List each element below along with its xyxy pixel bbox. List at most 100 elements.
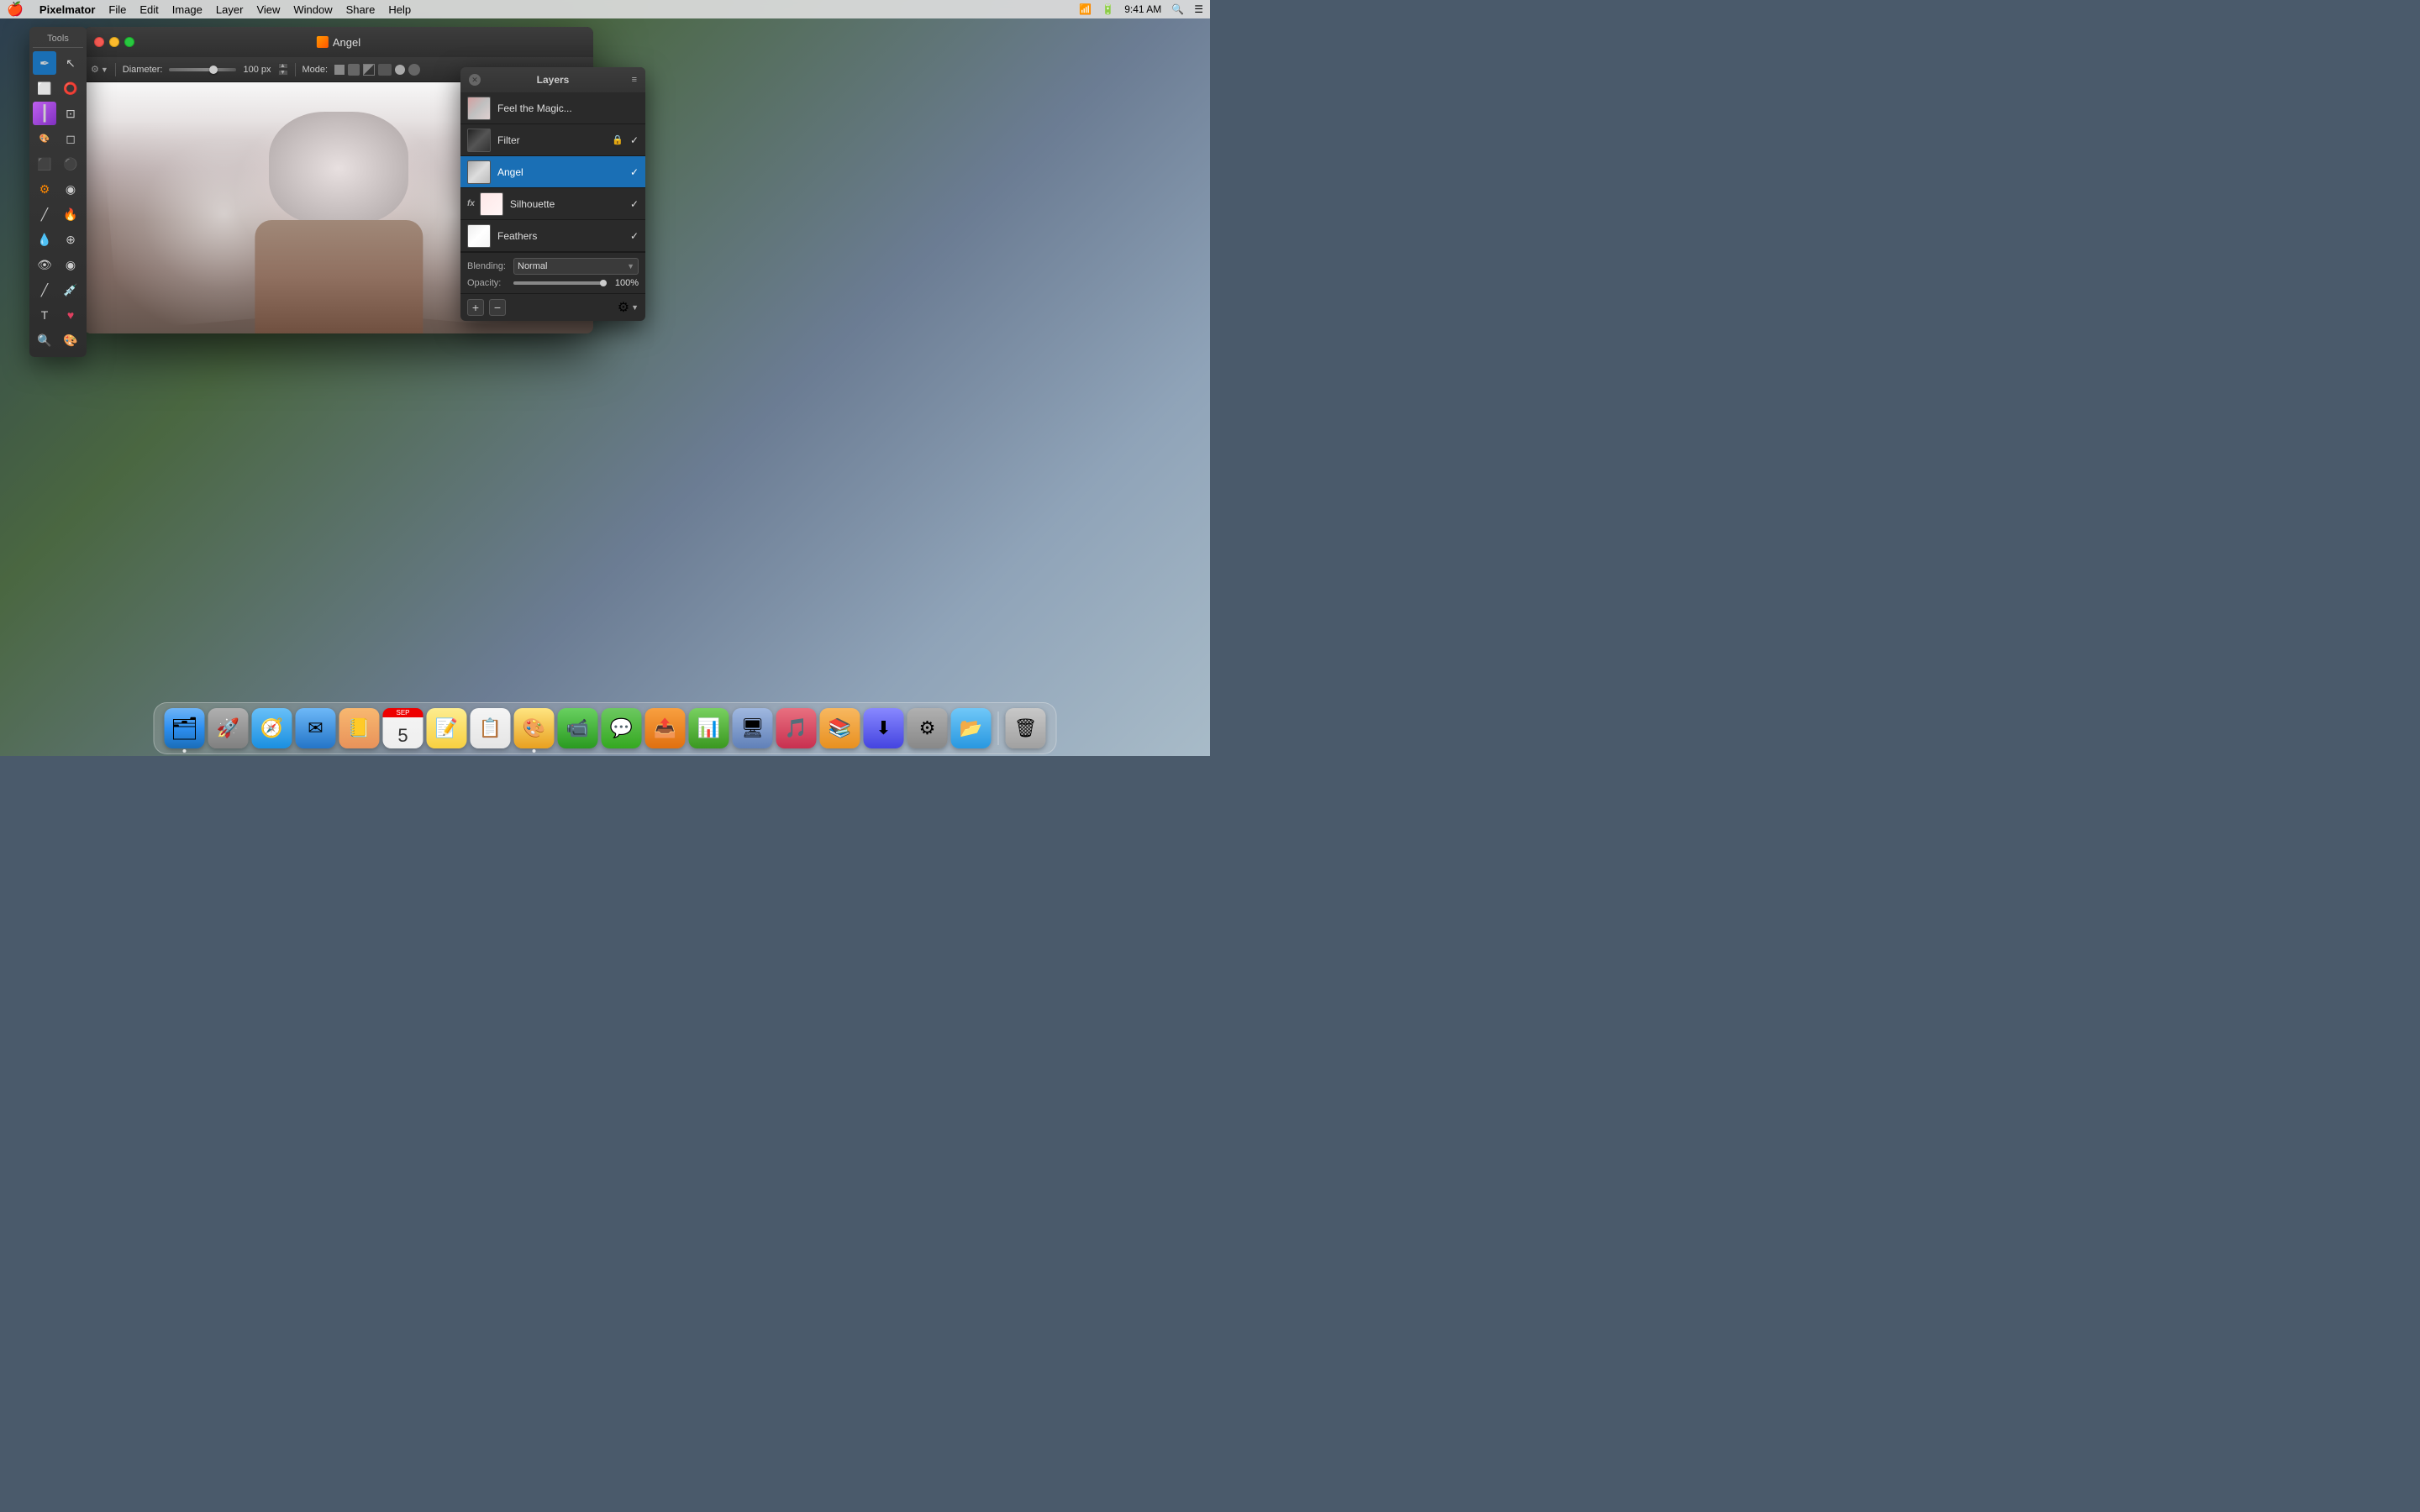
layers-list-button[interactable]: ≡ <box>632 75 637 85</box>
layer-settings-button[interactable]: ⚙ ▼ <box>618 299 639 316</box>
mode-icon-2[interactable] <box>348 64 360 76</box>
tools-title: Tools <box>33 32 83 48</box>
dock-item-appstore[interactable]: ⬇ <box>864 708 904 748</box>
layer-item-silhouette[interactable]: fx Silhouette ✓ <box>460 188 645 220</box>
diameter-stepper[interactable]: ▲ ▼ <box>278 63 288 76</box>
zoom-tool[interactable]: 🔍 <box>33 328 56 352</box>
opacity-slider[interactable] <box>513 281 607 285</box>
dock-item-notes[interactable]: 📝 <box>427 708 467 748</box>
layer-check-angel: ✓ <box>630 166 639 178</box>
opacity-value: 100% <box>612 278 639 288</box>
layer-name-magic: Feel the Magic... <box>497 102 639 114</box>
gradient-tool[interactable]: ⚫ <box>59 152 82 176</box>
mode-icon-5[interactable] <box>395 65 405 75</box>
apple-menu[interactable]: 🍎 <box>7 1 24 18</box>
blending-arrow-icon: ▼ <box>627 262 634 270</box>
eraser-tool[interactable]: ◻ <box>59 127 82 150</box>
dock-item-facetime[interactable]: 📹 <box>558 708 598 748</box>
view-menu[interactable]: View <box>250 3 286 17</box>
dock-item-sysprefs[interactable]: ⚙ <box>908 708 948 748</box>
airdrop-icon: 📂 <box>951 708 992 748</box>
dock-item-numbers[interactable]: 📊 <box>689 708 729 748</box>
paint-bucket-tool[interactable]: ⬛ <box>33 152 56 176</box>
heart-shape-tool[interactable]: ♥ <box>59 303 82 327</box>
system-preferences-icon: ⚙ <box>908 708 948 748</box>
spotlight-icon[interactable]: 🔍 <box>1171 3 1184 15</box>
help-menu[interactable]: Help <box>382 3 417 17</box>
pen-tool[interactable]: ✒ <box>33 51 56 75</box>
rect-select-tool[interactable]: ⬜ <box>33 76 56 100</box>
burn-tool[interactable]: 🔥 <box>59 202 82 226</box>
close-button[interactable] <box>94 37 104 47</box>
blending-section: Blending: Normal ▼ Opacity: 100% <box>460 252 645 293</box>
file-menu[interactable]: File <box>103 3 132 17</box>
layers-close-button[interactable]: ✕ <box>469 74 481 86</box>
stepper-up[interactable]: ▲ <box>278 63 288 69</box>
smudge-tool[interactable]: ◉ <box>59 253 82 276</box>
add-layer-button[interactable]: + <box>467 299 484 316</box>
layer-item-angel[interactable]: Angel ✓ <box>460 156 645 188</box>
dock-item-calendar[interactable]: SEP 5 <box>383 708 424 748</box>
line-draw-tool[interactable]: ╱ <box>33 278 56 302</box>
dock-item-messages[interactable]: 💬 <box>602 708 642 748</box>
eyedropper-tool[interactable]: 🎨 <box>59 328 82 352</box>
dock-item-file-transfer[interactable]: 📤 <box>645 708 686 748</box>
dock-item-trash[interactable]: 🗑 <box>1006 708 1046 748</box>
dock-item-reminders[interactable]: 📋 <box>471 708 511 748</box>
dock-item-books[interactable]: 📚 <box>820 708 860 748</box>
toolbar-divider-2 <box>295 63 296 76</box>
dock-item-itunes[interactable]: 🎵 <box>776 708 817 748</box>
dodge-tool[interactable]: 👁 <box>33 253 56 276</box>
sponge-tool[interactable]: ◉ <box>59 177 82 201</box>
diameter-slider[interactable] <box>169 68 236 71</box>
mode-icon-4[interactable] <box>378 64 392 76</box>
dock-item-migration[interactable]: 🖥 <box>733 708 773 748</box>
selection-arrow[interactable]: ↖ <box>59 51 82 75</box>
dock-item-contacts[interactable]: 📒 <box>339 708 380 748</box>
app-name[interactable]: Pixelmator <box>34 3 101 17</box>
dock-item-airdrop[interactable]: 📂 <box>951 708 992 748</box>
heal-tool[interactable]: 💧 <box>33 228 56 251</box>
maximize-button[interactable] <box>124 37 134 47</box>
settings-icon: ⚙ <box>91 64 99 75</box>
finder-dot <box>183 749 187 753</box>
clock: 9:41 AM <box>1124 3 1161 15</box>
window-menu[interactable]: Window <box>287 3 338 17</box>
edit-menu[interactable]: Edit <box>134 3 164 17</box>
ellipse-select-tool[interactable]: ⭕ <box>59 76 82 100</box>
minimize-button[interactable] <box>109 37 119 47</box>
layer-thumbnail-silhouette <box>480 192 503 216</box>
window-titlebar: Angel <box>84 27 593 57</box>
diameter-slider-thumb <box>209 66 218 74</box>
image-menu[interactable]: Image <box>166 3 208 17</box>
dock-item-safari[interactable]: 🧭 <box>252 708 292 748</box>
color-picker-alt[interactable]: 💉 <box>59 278 82 302</box>
layer-item-feathers[interactable]: Feathers ✓ <box>460 220 645 252</box>
clone-stamp[interactable]: ⊕ <box>59 228 82 251</box>
dock-item-finder[interactable]: 🗂 <box>165 708 205 748</box>
crop-tool[interactable]: ⊡ <box>59 102 82 125</box>
layer-item-filter[interactable]: Filter 🔒 ✓ <box>460 124 645 156</box>
share-menu[interactable]: Share <box>340 3 381 17</box>
layer-menu[interactable]: Layer <box>210 3 250 17</box>
paint-brush-tool[interactable]: ┃ <box>33 102 56 125</box>
line-tool[interactable]: ╱ <box>33 202 56 226</box>
notifications-icon[interactable]: ☰ <box>1194 3 1203 15</box>
mode-icon-1[interactable] <box>334 65 345 75</box>
stamp-tool[interactable]: 🎨 <box>33 127 56 150</box>
mode-icon-6[interactable] <box>408 64 420 76</box>
dock-item-mail[interactable]: ✉ <box>296 708 336 748</box>
stepper-down[interactable]: ▼ <box>278 70 288 76</box>
yellow-circle[interactable]: ⚙ <box>33 177 56 201</box>
toolbar-settings-button[interactable]: ⚙ ▼ <box>91 64 108 75</box>
dock-item-launchpad[interactable]: 🚀 <box>208 708 249 748</box>
itunes-icon: 🎵 <box>776 708 817 748</box>
delete-layer-button[interactable]: − <box>489 299 506 316</box>
text-tool[interactable]: T <box>33 303 56 327</box>
blending-dropdown[interactable]: Normal ▼ <box>513 258 639 275</box>
layer-item[interactable]: Feel the Magic... <box>460 92 645 124</box>
dock-item-pixelmator[interactable]: 🎨 <box>514 708 555 748</box>
mode-icon-3[interactable] <box>363 64 375 76</box>
wifi-icon[interactable]: 📶 <box>1079 3 1092 15</box>
layers-actions: + − ⚙ ▼ <box>460 293 645 321</box>
